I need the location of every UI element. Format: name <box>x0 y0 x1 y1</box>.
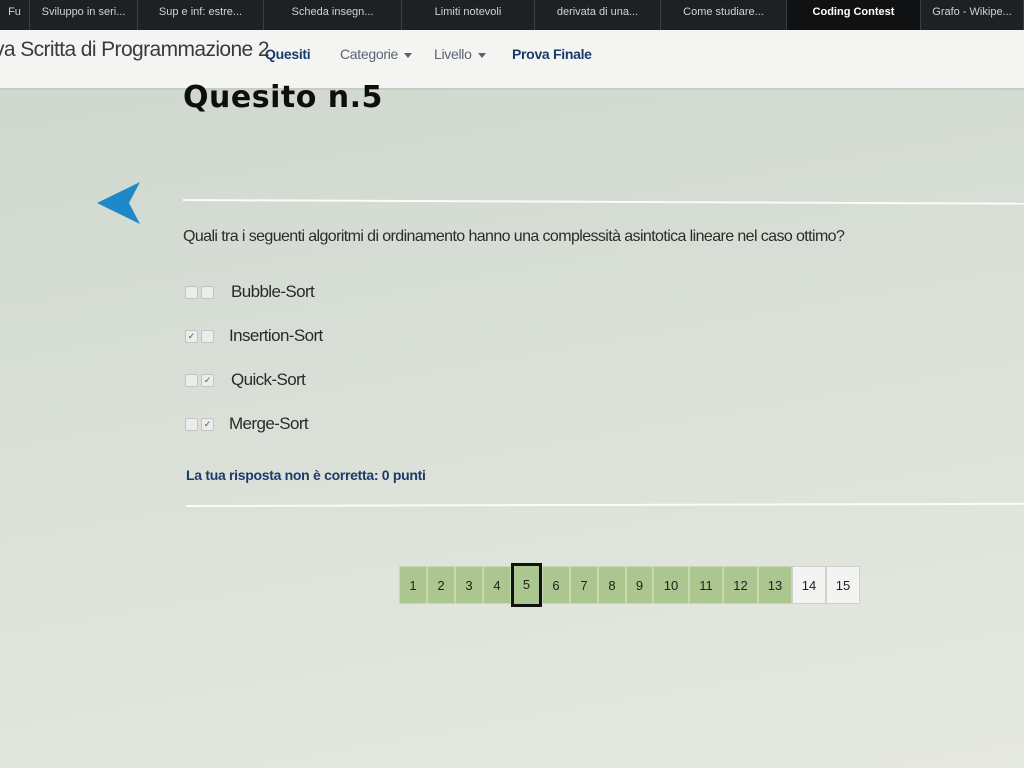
page-title: Quesito n.5 <box>183 80 383 115</box>
page-button[interactable]: 2 <box>427 566 455 604</box>
checkbox-right-checked[interactable]: ✓ <box>201 417 214 431</box>
option-label: Merge-Sort <box>229 414 309 433</box>
checkbox-left[interactable] <box>185 417 198 431</box>
checkbox-right[interactable] <box>201 285 214 299</box>
page-button[interactable]: 12 <box>723 566 758 604</box>
browser-tab[interactable]: derivata di una... <box>535 0 661 30</box>
page-button[interactable]: 3 <box>455 566 483 604</box>
browser-tab[interactable]: Scheda insegn... <box>264 0 402 30</box>
question-text: Quali tra i seguenti algoritmi di ordina… <box>183 228 845 245</box>
page-button[interactable]: 11 <box>689 566 723 604</box>
page-button[interactable]: 13 <box>758 566 792 604</box>
browser-tab[interactable]: Limiti notevoli <box>402 0 535 30</box>
divider <box>182 199 1024 205</box>
page-button-unvisited[interactable]: 14 <box>792 566 826 604</box>
browser-tab[interactable]: Fu <box>0 0 30 30</box>
nav-categorie-dropdown[interactable]: Categorie <box>340 46 413 62</box>
nav-livello-label: Livello <box>434 46 472 62</box>
browser-tab[interactable]: Come studiare... <box>661 0 787 30</box>
page-button[interactable]: 4 <box>483 566 511 604</box>
browser-tab[interactable]: Sviluppo in seri... <box>30 0 138 30</box>
browser-tab[interactable]: Sup e inf: estre... <box>138 0 264 30</box>
option-label: Insertion-Sort <box>229 326 323 345</box>
divider <box>185 502 1024 507</box>
chevron-down-icon <box>404 52 413 58</box>
nav-prova-finale[interactable]: Prova Finale <box>512 46 592 62</box>
browser-tab-strip: Fu Sviluppo in seri... Sup e inf: estre.… <box>0 0 1024 30</box>
site-navbar: va Scritta di Programmazione 2 Quesiti C… <box>0 30 1024 90</box>
page-button[interactable]: 1 <box>399 566 427 604</box>
option-row: ✓ Merge-Sort <box>185 414 309 434</box>
browser-tab-active[interactable]: Coding Contest <box>787 0 921 30</box>
page-button[interactable]: 9 <box>626 566 653 604</box>
page-button[interactable]: 7 <box>570 566 598 604</box>
checkbox-right[interactable] <box>201 329 214 343</box>
answer-feedback: La tua risposta non è corretta: 0 punti <box>186 467 426 483</box>
checkbox-left[interactable] <box>185 373 198 387</box>
checkbox-right-checked[interactable]: ✓ <box>201 373 214 387</box>
option-label: Bubble-Sort <box>231 282 315 301</box>
site-title[interactable]: va Scritta di Programmazione 2 <box>0 38 270 62</box>
page-button[interactable]: 6 <box>542 566 570 604</box>
option-row: Bubble-Sort <box>185 282 315 302</box>
browser-tab[interactable]: Grafo - Wikipe... <box>921 0 1024 30</box>
chevron-down-icon <box>477 52 486 58</box>
nav-categorie-label: Categorie <box>340 46 399 62</box>
checkbox-left[interactable] <box>185 285 198 299</box>
nav-quesiti[interactable]: Quesiti <box>265 46 311 62</box>
back-arrow-icon[interactable] <box>96 182 142 226</box>
checkbox-left-checked[interactable]: ✓ <box>185 329 198 343</box>
page-button-unvisited[interactable]: 15 <box>826 566 860 604</box>
page-button[interactable]: 8 <box>598 566 626 604</box>
question-pagination: 1 2 3 4 5 6 7 8 9 10 11 12 13 14 15 <box>399 563 860 607</box>
option-row: ✓ Insertion-Sort <box>185 326 323 346</box>
option-row: ✓ Quick-Sort <box>185 370 306 390</box>
nav-livello-dropdown[interactable]: Livello <box>434 46 486 62</box>
option-label: Quick-Sort <box>231 370 306 389</box>
page-button[interactable]: 10 <box>653 566 689 604</box>
page-button-current[interactable]: 5 <box>511 563 542 607</box>
